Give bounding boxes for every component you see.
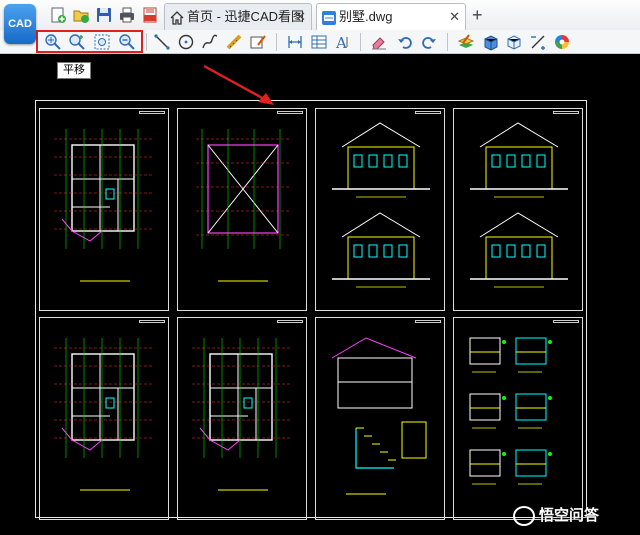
rotate-icon[interactable] — [529, 33, 547, 51]
add-tab-icon[interactable]: + — [472, 3, 483, 27]
toolbar-separator — [146, 33, 147, 51]
zoom-tools-highlight — [36, 30, 143, 53]
drawing-frame — [39, 317, 169, 520]
toolbar-separator — [360, 33, 361, 51]
circle-icon[interactable] — [177, 33, 195, 51]
drawing-frame — [177, 108, 307, 311]
drawing-linework — [196, 129, 290, 282]
drawing-linework — [54, 129, 152, 282]
text-edit-icon[interactable] — [249, 33, 267, 51]
undo-icon[interactable] — [396, 33, 414, 51]
pdf-icon[interactable] — [141, 6, 159, 24]
watermark: 悟空问答 — [513, 503, 599, 529]
tooltip: 平移 — [57, 62, 91, 79]
tab-home-close-icon[interactable]: ✕ — [295, 4, 306, 30]
text-icon[interactable]: A — [334, 33, 352, 51]
toolbar-separator — [276, 33, 277, 51]
layer-icon[interactable] — [457, 33, 475, 51]
drawing-linework — [469, 337, 552, 485]
save-icon[interactable] — [95, 6, 113, 24]
dwg-file-icon — [321, 9, 337, 25]
svg-text:A: A — [335, 34, 347, 51]
app-logo[interactable]: CAD — [4, 4, 36, 44]
drawing-frame — [315, 108, 445, 311]
open-icon[interactable] — [72, 6, 90, 24]
color-wheel-icon[interactable] — [553, 33, 571, 51]
wukong-logo-icon — [513, 506, 535, 526]
drawing-linework — [192, 338, 290, 491]
eraser-icon[interactable] — [370, 33, 388, 51]
toolbar-separator — [447, 33, 448, 51]
drawing-linework — [54, 338, 152, 491]
drawing-frame — [177, 317, 307, 520]
tab-home[interactable]: 首页 - 迅捷CAD看图 ✕ — [164, 3, 312, 30]
tab-home-label: 首页 - 迅捷CAD看图 — [187, 9, 305, 24]
tab-file-label: 别墅.dwg — [339, 9, 393, 24]
measure-icon[interactable] — [225, 33, 243, 51]
new-icon[interactable] — [49, 6, 67, 24]
drawing-linework — [332, 122, 430, 288]
tab-file[interactable]: 别墅.dwg ✕ — [316, 3, 466, 30]
dimension-icon[interactable] — [286, 33, 304, 51]
title-bar: CAD 首页 - 迅捷CAD看图 ✕ 别墅.dwg ✕ + — [0, 0, 640, 44]
table-icon[interactable] — [310, 33, 328, 51]
annotation-arrow — [203, 64, 274, 105]
tab-file-close-icon[interactable]: ✕ — [449, 4, 460, 30]
redo-icon[interactable] — [420, 33, 438, 51]
print-icon[interactable] — [118, 6, 136, 24]
drawing-linework — [470, 122, 568, 288]
drawing-frame — [39, 108, 169, 311]
3d-view-icon[interactable] — [505, 33, 523, 51]
drawing-sheet — [35, 100, 587, 520]
drawing-frame — [453, 108, 583, 311]
drawing-linework — [331, 337, 427, 495]
3d-box-icon[interactable] — [481, 33, 499, 51]
drawing-frame — [453, 317, 583, 520]
polyline-icon[interactable] — [201, 33, 219, 51]
line-icon[interactable] — [153, 33, 171, 51]
watermark-text: 悟空问答 — [539, 507, 600, 524]
drawing-frame — [315, 317, 445, 520]
home-icon — [169, 9, 185, 25]
